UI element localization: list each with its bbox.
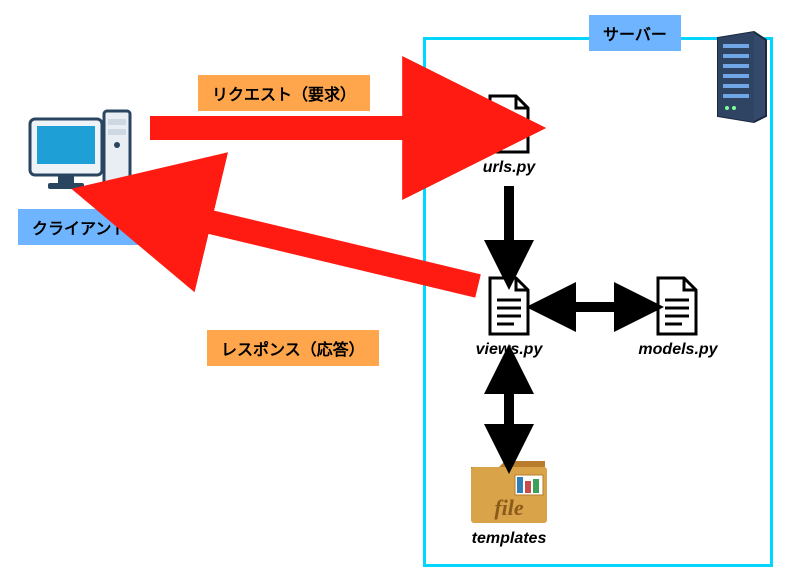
models-file-label: models.py [636,341,720,359]
models-file-icon [652,276,702,338]
client-computer-icon [26,99,134,201]
client-label: クライアント [18,209,141,245]
templates-folder-label: templates [466,530,552,548]
urls-file-label: urls.py [478,159,540,177]
client-label-text: クライアント [32,221,127,238]
views-file-label: views.py [473,341,545,359]
request-label-text: リクエスト（要求） [212,87,356,104]
templates-folder-icon: file [467,455,551,527]
views-file-icon [484,276,534,338]
folder-caption-text: file [494,495,524,520]
server-label: サーバー [589,15,681,51]
server-label-text: サーバー [603,27,667,44]
server-rack-icon [710,30,770,124]
response-label-text: レスポンス（応答） [221,342,365,359]
urls-file-icon [484,94,534,156]
response-label: レスポンス（応答） [207,330,379,366]
request-label: リクエスト（要求） [198,75,370,111]
